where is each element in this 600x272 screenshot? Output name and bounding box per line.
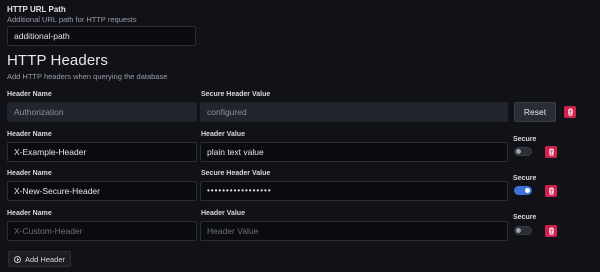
- toggle-knob: [525, 188, 530, 193]
- add-header-label: Add Header: [25, 254, 66, 264]
- plus-circle-icon: [14, 255, 21, 263]
- delete-header-button[interactable]: [545, 225, 557, 237]
- header-name-input[interactable]: X-Custom-Header: [7, 221, 197, 241]
- secure-label: Secure: [513, 175, 537, 182]
- header-value-label: Header Value: [201, 131, 245, 138]
- secure-toggle[interactable]: [514, 226, 532, 235]
- header-name-label: Header Name: [7, 131, 52, 138]
- reset-button[interactable]: Reset: [514, 102, 556, 122]
- url-path-description: Additional URL path for HTTP requests: [7, 15, 137, 24]
- trash-icon: [548, 148, 554, 156]
- header-value-input[interactable]: Header Value: [200, 221, 508, 241]
- header-value-input[interactable]: plain text value: [200, 142, 508, 162]
- header-name-label: Header Name: [7, 91, 52, 98]
- http-headers-description: Add HTTP headers when querying the datab…: [7, 72, 168, 81]
- secure-toggle[interactable]: [514, 186, 532, 195]
- header-name-label: Header Name: [7, 170, 52, 177]
- trash-icon: [567, 108, 573, 116]
- url-path-input[interactable]: additional-path: [7, 26, 196, 46]
- header-value-label: Header Value: [201, 210, 245, 217]
- header-value-label: Secure Header Value: [201, 170, 271, 177]
- header-name-input[interactable]: X-New-Secure-Header: [7, 181, 197, 201]
- add-header-button[interactable]: Add Header: [8, 251, 71, 267]
- secure-toggle[interactable]: [514, 147, 532, 156]
- header-name-label: Header Name: [7, 210, 52, 217]
- http-headers-title: HTTP Headers: [7, 52, 108, 69]
- delete-header-button[interactable]: [545, 146, 557, 158]
- http-settings-panel: HTTP URL Path Additional URL path for HT…: [0, 0, 600, 272]
- secure-label: Secure: [513, 214, 537, 221]
- secure-header-value-configured: configured: [200, 102, 508, 122]
- header-name-input[interactable]: X-Example-Header: [7, 142, 197, 162]
- header-value-label: Secure Header Value: [201, 91, 271, 98]
- toggle-knob: [516, 149, 521, 154]
- delete-header-button[interactable]: [564, 106, 576, 118]
- delete-header-button[interactable]: [545, 185, 557, 197]
- toggle-knob: [516, 228, 521, 233]
- secure-label: Secure: [513, 136, 537, 143]
- url-path-label: HTTP URL Path: [7, 5, 66, 14]
- trash-icon: [548, 187, 554, 195]
- trash-icon: [548, 227, 554, 235]
- header-name-input-authorization[interactable]: Authorization: [7, 102, 197, 122]
- secure-header-value-input[interactable]: •••••••••••••••••: [200, 181, 508, 201]
